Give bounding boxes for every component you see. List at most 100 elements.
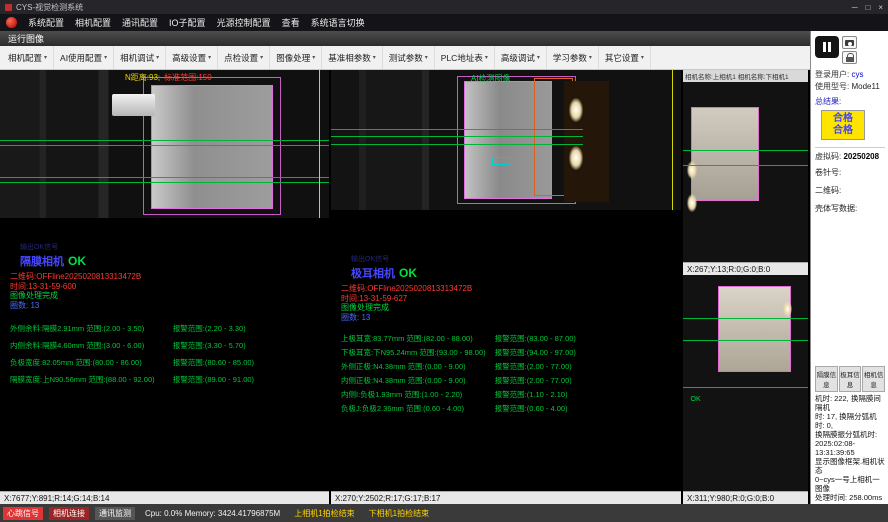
- maximize-button[interactable]: □: [865, 3, 870, 12]
- timestamp-text: 时间:13-31-59-627: [341, 294, 675, 304]
- toolbar-plc-address-table[interactable]: PLC地址表▾: [435, 46, 495, 69]
- toolbar-camera-debug[interactable]: 相机调试▾: [114, 46, 166, 69]
- chevron-down-icon: ▾: [373, 54, 376, 61]
- turn-count-text: 圈数: 13: [10, 301, 323, 311]
- thumbnail-header: 相机名称:上相机1 相机名称:下相机1: [683, 70, 808, 82]
- minimize-button[interactable]: ─: [852, 3, 858, 12]
- menu-item-camera-config[interactable]: 相机配置: [75, 16, 111, 29]
- toolbar-advanced-settings[interactable]: 高级设置▾: [166, 46, 218, 69]
- camera-snapshot-button[interactable]: [842, 36, 857, 49]
- light-reflection: [783, 301, 792, 317]
- measurement-row: 上极耳宽:83.77mm 范围:(82.00 - 88.00)报警范围:(83.…: [341, 332, 675, 346]
- toolbar-spot-check[interactable]: 点检设置▾: [218, 46, 270, 69]
- thumb-top-pixel-readout: X:267;Y:13;R:0;G:0;B:0: [683, 262, 808, 275]
- machine-info-text: 机时: 222, 换隔膜间隔机 时: 17, 换隔分弧机时: 0, 换隔膜振分弧…: [815, 394, 885, 502]
- tab-strip: 运行图像: [0, 31, 810, 46]
- virtual-code-value: 20250208: [843, 152, 879, 161]
- inspected-part: [718, 286, 791, 372]
- menu-item-comm-config[interactable]: 通讯配置: [122, 16, 158, 29]
- measure-line: [331, 136, 583, 137]
- close-button[interactable]: ×: [878, 3, 883, 12]
- app-window: CYS-视觉检测系统 ─ □ × 系统配置 相机配置 通讯配置 IO子配置 光源…: [0, 0, 888, 522]
- measure-line: [683, 387, 808, 388]
- measure-line: [331, 129, 583, 130]
- pin-number-label: 卷针号:: [815, 167, 885, 179]
- pause-button[interactable]: [815, 36, 839, 58]
- toolbar-reference-params[interactable]: 基准相参数▾: [322, 46, 383, 69]
- model-label: 使用型号:: [815, 82, 849, 91]
- qr-code-label: 二维码:: [815, 185, 885, 197]
- menu-item-view[interactable]: 查看: [282, 16, 300, 29]
- light-reflection: [687, 194, 697, 212]
- timestamp-text: 时间:13-31-59-600: [10, 282, 323, 292]
- comm-monitor-badge: 通讯监测: [95, 507, 135, 520]
- detection-mark: [492, 157, 510, 165]
- total-result-label: 总结果:: [815, 96, 885, 108]
- right-camera-panel: AI检测图像 输出OK信号 极耳相机OK 二维码:OFFline20250208…: [331, 70, 681, 504]
- menubar: 系统配置 相机配置 通讯配置 IO子配置 光源控制配置 查看 系统语言切换: [0, 14, 888, 31]
- thumb-bottom-view[interactable]: OK: [683, 275, 808, 491]
- result-status: OK: [68, 254, 86, 268]
- measurement-row: 内侧I:负极1.93mm 范围:(1.00 - 2.20)报警范围:(1.10 …: [341, 388, 675, 402]
- chevron-down-icon: ▾: [537, 54, 540, 61]
- measurement-row: 内侧余料:隔膜4.60mm 范围:(3.00 - 6.00)报警范围:(3.30…: [10, 337, 323, 354]
- machine-cavity: [564, 81, 610, 201]
- measurement-row: 负极宽度:82.05mm 范围:(80.00 - 86.00)报警范围:(80.…: [10, 354, 323, 371]
- app-icon: [5, 4, 12, 11]
- toolbar-image-processing[interactable]: 图像处理▾: [270, 46, 322, 69]
- window-title: CYS-视觉检测系统: [16, 2, 83, 13]
- result-status: OK: [691, 396, 701, 403]
- light-reflection: [569, 98, 583, 122]
- menu-item-io-config[interactable]: IO子配置: [169, 16, 206, 29]
- measure-line: [683, 165, 808, 166]
- upper-camera-status-text: 上相机1拍检结束: [294, 508, 354, 519]
- thumbnail-column: 相机名称:上相机1 相机名称:下相机1 X:267;Y:13;R:0;G:0;B…: [683, 70, 808, 504]
- status-bar: 心跳信号 相机连接 通讯监测 Cpu: 0.0% Memory: 3424.41…: [0, 504, 888, 522]
- menu-item-language-switch[interactable]: 系统语言切换: [311, 16, 365, 29]
- measurement-row: 外侧余料:隔膜2.91mm 范围:(2.00 - 3.50)报警范围:(2.20…: [10, 320, 323, 337]
- measure-line: [0, 182, 329, 183]
- chevron-down-icon: ▾: [641, 54, 644, 61]
- toolbar-advanced-debug[interactable]: 高级调试▾: [495, 46, 547, 69]
- chevron-down-icon: ▾: [312, 54, 315, 61]
- toolbar-learning-params[interactable]: 学习参数▾: [547, 46, 599, 69]
- user-value: cys: [851, 70, 863, 79]
- measure-line: [683, 318, 808, 319]
- camera-title: 极耳相机: [351, 268, 395, 280]
- measurement-rows: 上极耳宽:83.77mm 范围:(82.00 - 88.00)报警范围:(83.…: [341, 332, 675, 416]
- user-label: 登录用户:: [815, 70, 849, 79]
- result-line: 合格: [822, 125, 864, 137]
- thumb-top-view[interactable]: [683, 82, 808, 262]
- tab-tab-info[interactable]: 极耳信息: [839, 366, 862, 392]
- right-pixel-readout: X:270;Y:2502;R:17;G:17;B:17: [331, 491, 681, 504]
- output-signal-text: 输出OK信号: [351, 254, 675, 264]
- camera-link-badge: 相机连接: [49, 507, 89, 520]
- toolbar-other-settings[interactable]: 其它设置▾: [599, 46, 651, 69]
- clamp-part: [112, 94, 155, 116]
- measurement-rows: 外侧余料:隔膜2.91mm 范围:(2.00 - 3.50)报警范围:(2.20…: [10, 320, 323, 388]
- tab-camera-info[interactable]: 相机信息: [862, 366, 885, 392]
- measure-line: [0, 140, 329, 141]
- heartbeat-badge: 心跳信号: [3, 507, 43, 520]
- left-camera-view[interactable]: N距离:93;标准范围:150: [0, 70, 329, 218]
- tab-run-image[interactable]: 运行图像: [8, 32, 44, 45]
- processing-done-text: 图像处理完成: [10, 291, 323, 301]
- chevron-down-icon: ▾: [44, 54, 47, 61]
- app-logo-icon: [6, 17, 17, 28]
- chevron-down-icon: ▾: [589, 54, 592, 61]
- qr-code-text: 二维码:OFFline2025020813313472B: [10, 272, 323, 282]
- toolbar-camera-config[interactable]: 相机配置▾: [2, 46, 54, 69]
- toolbar-ai-config[interactable]: AI使用配置▾: [54, 46, 114, 69]
- measure-line: [683, 150, 808, 151]
- inspected-part: [691, 107, 760, 201]
- menu-item-light-config[interactable]: 光源控制配置: [217, 16, 271, 29]
- tab-separator-info[interactable]: 隔膜信息: [815, 366, 838, 392]
- model-value: Mode11: [851, 82, 879, 91]
- processing-done-text: 图像处理完成: [341, 303, 675, 313]
- right-camera-view[interactable]: AI检测图像: [331, 70, 681, 210]
- lower-camera-status-text: 下相机1拍检结束: [369, 508, 429, 519]
- left-result-text: 输出OK信号 隔膜相机OK 二维码:OFFline202502081331347…: [0, 218, 329, 491]
- lock-button[interactable]: [842, 51, 857, 64]
- menu-item-system-config[interactable]: 系统配置: [28, 16, 64, 29]
- toolbar-test-params[interactable]: 测试参数▾: [383, 46, 435, 69]
